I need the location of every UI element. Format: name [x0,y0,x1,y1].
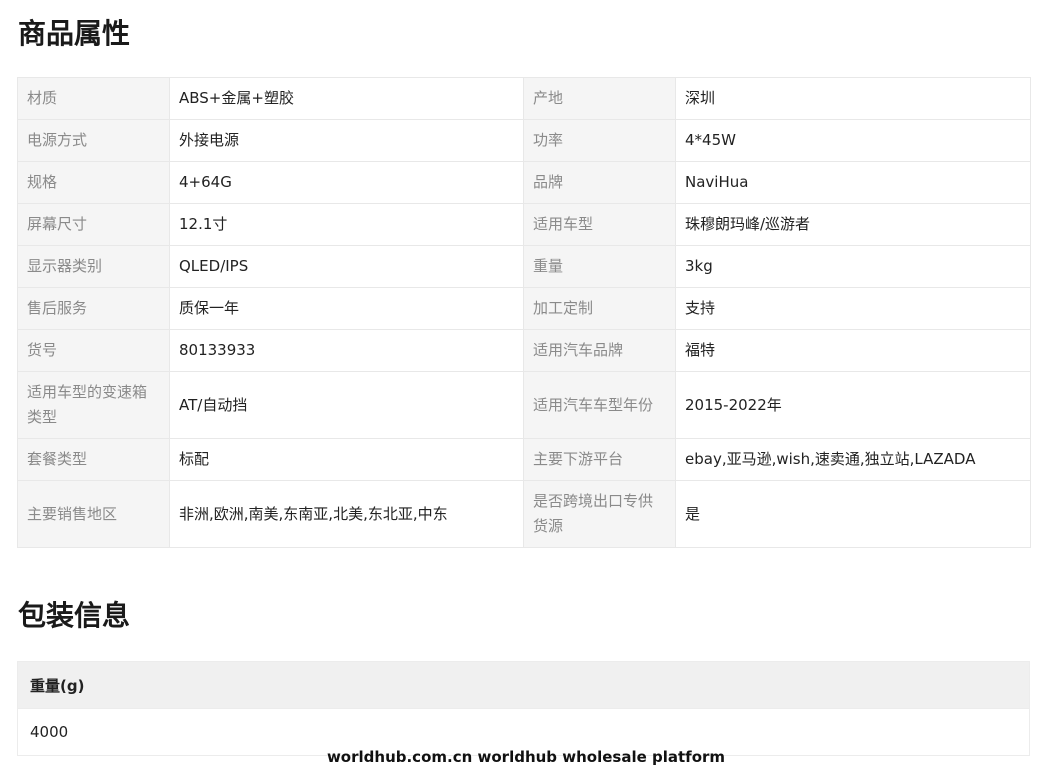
attribute-key: 屏幕尺寸 [17,203,170,246]
attribute-key: 材质 [17,77,170,120]
attribute-value: ebay,亚马逊,wish,速卖通,独立站,LAZADA [675,438,1031,481]
attribute-key: 规格 [17,161,170,204]
attribute-row: 屏幕尺寸 12.1寸 适用车型 珠穆朗玛峰/巡游者 [17,203,1031,246]
attribute-row: 售后服务 质保一年 加工定制 支持 [17,287,1031,330]
section-title-attributes: 商品属性 [18,17,131,50]
attribute-row: 套餐类型 标配 主要下游平台 ebay,亚马逊,wish,速卖通,独立站,LAZ… [17,438,1031,481]
attribute-value: 3kg [675,245,1031,288]
attribute-key: 电源方式 [17,119,170,162]
attribute-key: 适用汽车车型年份 [523,371,676,439]
section-title-packaging: 包装信息 [18,599,131,632]
attribute-key: 货号 [17,329,170,372]
attribute-value: 2015-2022年 [675,371,1031,439]
attribute-key: 是否跨境出口专供货源 [523,480,676,548]
attribute-key: 品牌 [523,161,676,204]
attribute-key: 主要销售地区 [17,480,170,548]
attribute-key: 加工定制 [523,287,676,330]
attribute-value: 深圳 [675,77,1031,120]
attribute-value: 非洲,欧洲,南美,东南亚,北美,东北亚,中东 [169,480,524,548]
attribute-key: 重量 [523,245,676,288]
attribute-value: ABS+金属+塑胶 [169,77,524,120]
watermark: worldhub.com.cn worldhub wholesale platf… [326,748,726,766]
attribute-row: 规格 4+64G 品牌 NaviHua [17,161,1031,204]
attribute-key: 售后服务 [17,287,170,330]
attribute-value: 是 [675,480,1031,548]
attribute-value: 质保一年 [169,287,524,330]
attribute-table: 材质 ABS+金属+塑胶 产地 深圳 电源方式 外接电源 功率 4*45W 规格… [17,77,1031,548]
attribute-row: 电源方式 外接电源 功率 4*45W [17,119,1031,162]
attribute-row: 货号 80133933 适用汽车品牌 福特 [17,329,1031,372]
attribute-value: 12.1寸 [169,203,524,246]
attribute-value: NaviHua [675,161,1031,204]
attribute-row: 显示器类别 QLED/IPS 重量 3kg [17,245,1031,288]
attribute-value: 4+64G [169,161,524,204]
attribute-key: 主要下游平台 [523,438,676,481]
attribute-value: 80133933 [169,329,524,372]
attribute-value: AT/自动挡 [169,371,524,439]
attribute-row: 材质 ABS+金属+塑胶 产地 深圳 [17,77,1031,120]
attribute-key: 适用车型的变速箱类型 [17,371,170,439]
attribute-key: 产地 [523,77,676,120]
packaging-table: 重量(g) 4000 [17,661,1030,756]
packaging-weight-header: 重量(g) [17,661,1030,709]
attribute-key: 功率 [523,119,676,162]
packaging-header-row: 重量(g) [17,661,1030,709]
attribute-value: 外接电源 [169,119,524,162]
attribute-key: 适用车型 [523,203,676,246]
attribute-value: QLED/IPS [169,245,524,288]
attribute-value: 标配 [169,438,524,481]
attribute-value: 支持 [675,287,1031,330]
attribute-row: 主要销售地区 非洲,欧洲,南美,东南亚,北美,东北亚,中东 是否跨境出口专供货源… [17,480,1031,548]
attribute-value: 4*45W [675,119,1031,162]
attribute-key: 套餐类型 [17,438,170,481]
attribute-row: 适用车型的变速箱类型 AT/自动挡 适用汽车车型年份 2015-2022年 [17,371,1031,439]
attribute-value: 珠穆朗玛峰/巡游者 [675,203,1031,246]
attribute-key: 适用汽车品牌 [523,329,676,372]
attribute-value: 福特 [675,329,1031,372]
attribute-key: 显示器类别 [17,245,170,288]
